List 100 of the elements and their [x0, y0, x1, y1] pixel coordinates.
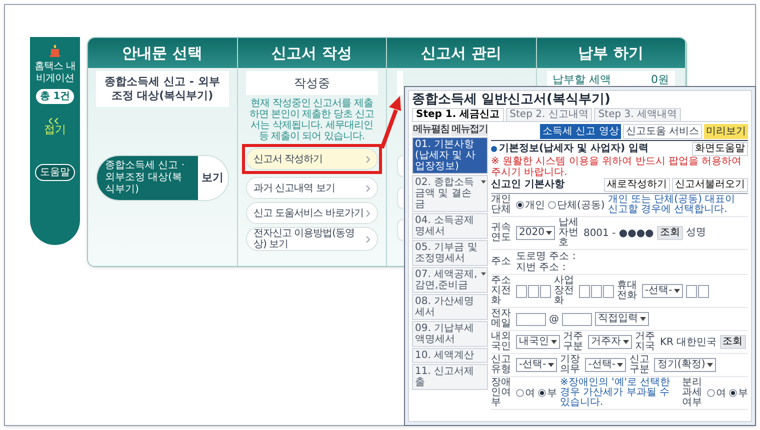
- action-button[interactable]: 과거 신고내역 보기: [246, 177, 378, 199]
- sidebar-item[interactable]: 05. 기부금 및 조정명세서: [412, 240, 488, 266]
- amount-value: 0원: [651, 73, 669, 88]
- help-button[interactable]: 화면도움말: [692, 142, 748, 156]
- select-field[interactable]: 정기(확정): [654, 358, 716, 372]
- sidebar-item[interactable]: 01. 기본사항(납세자 및 사업장정보): [412, 137, 488, 174]
- status-card: 작성중: [246, 71, 378, 95]
- select-field[interactable]: 거주자: [588, 335, 632, 349]
- field-label: 기장의무: [560, 355, 582, 375]
- radio-button[interactable]: [516, 201, 524, 209]
- caret-icon: [617, 363, 624, 367]
- select-field[interactable]: 2020: [516, 226, 556, 240]
- field-label: 휴대전화: [617, 281, 638, 301]
- field-label: 납세자번호: [558, 218, 580, 248]
- field-label: 전자메일: [491, 309, 512, 329]
- sidebar-item[interactable]: 02. 종합소득금액 및 결손금: [412, 175, 488, 212]
- sidebar-item[interactable]: 07. 세액공제,감면,준비금: [412, 267, 488, 293]
- toolbar-button[interactable]: 소득세 신고 영상: [540, 124, 621, 139]
- step-header: 신고서 작성: [238, 38, 386, 68]
- field-label: 분리과세 여부: [682, 378, 703, 408]
- field-label: 신고유형: [491, 355, 512, 375]
- sidebar-item[interactable]: 11. 신고서제출: [412, 364, 488, 390]
- lookup-button[interactable]: 조회: [656, 226, 683, 240]
- radio-option[interactable]: 여: [516, 388, 535, 398]
- field-label: 사업장전화: [554, 276, 575, 306]
- field-label: 주소지전화: [491, 276, 512, 306]
- notice-text: ※ 원활한 시스템 이용을 위하여 반드시 팝업을 허용하여 주시기 바랍니다.: [491, 156, 743, 178]
- step-tab[interactable]: Step 1. 세금신고: [412, 108, 504, 121]
- guide-item[interactable]: 종합소득세 신고 · 외부조정 대상(복식부기): [97, 156, 198, 200]
- radio-option[interactable]: 개인: [516, 200, 545, 210]
- radio-button[interactable]: [707, 389, 715, 397]
- select-field[interactable]: -선택-: [585, 358, 626, 372]
- radio-button[interactable]: [548, 201, 556, 209]
- input-field[interactable]: [562, 312, 592, 326]
- sidebar-item[interactable]: 04. 소득공제명세서: [412, 213, 488, 239]
- field-note: ※장애인의 '예'로 선택한 경우 가산세가 부과될 수 있습니다.: [560, 378, 672, 408]
- sidebar-item[interactable]: 08. 가산세명세서: [412, 294, 488, 320]
- step-tab[interactable]: Step 2. 신고내역: [506, 108, 592, 121]
- chevron-icon: [366, 236, 370, 242]
- lookup-button[interactable]: 조회: [720, 335, 746, 349]
- menu-button[interactable]: 메뉴펼침: [412, 124, 450, 136]
- collapse-button[interactable]: 접기: [44, 118, 66, 136]
- form-button[interactable]: 신고서불러오기: [672, 178, 748, 192]
- input-field[interactable]: [516, 312, 546, 326]
- radio-option[interactable]: 부: [729, 388, 748, 398]
- field-text: KR: [660, 336, 674, 348]
- nav-title: 홈택스 내비게이션: [34, 61, 76, 85]
- phone-input[interactable]: [540, 284, 551, 298]
- action-button[interactable]: 전자신고 이용방법(동영상) 보기: [246, 227, 378, 251]
- phone-input[interactable]: [686, 284, 698, 298]
- guide-card: 종합소득세 신고 - 외부조정 대상(복식부기): [96, 71, 228, 107]
- radio-button[interactable]: [516, 389, 524, 397]
- toolbar-button[interactable]: 미리보기: [704, 124, 748, 139]
- field-label: 거주지국: [635, 332, 656, 352]
- radio-button[interactable]: [538, 389, 546, 397]
- field-label: 내외국인: [491, 332, 512, 352]
- step-tab[interactable]: Step 3. 세액내역: [594, 108, 681, 121]
- action-button[interactable]: 신고 도움서비스 바로가기: [246, 202, 378, 224]
- phone-input[interactable]: [603, 284, 614, 298]
- chevron-icon: [366, 210, 370, 216]
- phone-input[interactable]: [579, 284, 590, 298]
- menu-button[interactable]: 메뉴접기: [450, 124, 488, 136]
- double-arrow-icon: [49, 118, 61, 124]
- caret-icon: [551, 340, 557, 344]
- field-label: 개인단체: [491, 195, 512, 215]
- step-header: 신고서 관리: [387, 38, 536, 68]
- caret-icon: [623, 340, 629, 344]
- select-field[interactable]: 내국인: [516, 335, 560, 349]
- sidebar-item[interactable]: 09. 기납부세액명세서: [412, 321, 488, 347]
- field-label: 성명: [686, 228, 707, 238]
- step-header: 안내문 선택: [88, 38, 236, 68]
- phone-input[interactable]: [698, 284, 710, 298]
- form-button[interactable]: 새로작성하기: [604, 178, 670, 192]
- lamp-icon: [49, 45, 61, 57]
- field-label: 신고구분: [629, 355, 650, 375]
- phone-input[interactable]: [528, 284, 539, 298]
- chevron-icon: [366, 184, 370, 192]
- select-field[interactable]: 직접입력: [595, 312, 649, 326]
- caret-icon: [640, 317, 646, 321]
- phone-input[interactable]: [591, 284, 602, 298]
- action-button[interactable]: 신고서 작성하기: [246, 148, 378, 170]
- radio-option[interactable]: 단체(공동): [548, 200, 605, 210]
- help-button[interactable]: 도움말: [35, 164, 75, 181]
- field-text: 8001 - ●●●●: [583, 228, 654, 238]
- radio-option[interactable]: 부: [538, 388, 557, 398]
- caret-icon: [674, 289, 680, 293]
- toolbar-button[interactable]: 신고도움 서비스: [622, 124, 702, 139]
- select-field[interactable]: -선택-: [516, 358, 558, 372]
- radio-option[interactable]: 여: [707, 388, 726, 398]
- caret-icon: [707, 363, 714, 367]
- field-label: 귀속연도: [491, 223, 512, 243]
- phone-input[interactable]: [516, 284, 527, 298]
- field-note: 개인 또는 단체(공동) 대표이 신고할 경우에 선택합니다.: [608, 195, 736, 215]
- field-label: 거주구분: [563, 332, 584, 352]
- chevron-icon: [366, 156, 370, 162]
- sidebar-item[interactable]: 10. 세액계산: [412, 348, 488, 363]
- radio-button[interactable]: [729, 389, 737, 397]
- field-text: @: [549, 314, 559, 324]
- select-field[interactable]: -선택-: [642, 284, 684, 298]
- view-button[interactable]: 보기: [198, 156, 228, 200]
